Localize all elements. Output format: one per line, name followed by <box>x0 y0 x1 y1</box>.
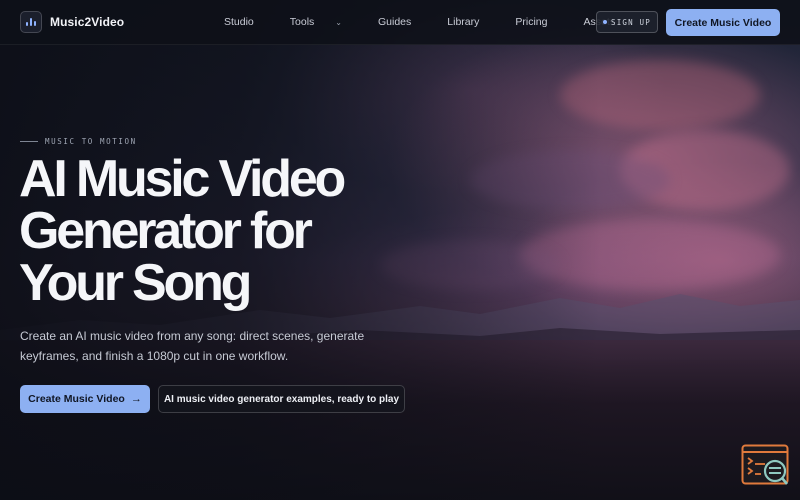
primary-button-label: Create Music Video <box>28 393 125 405</box>
nav-item-label: Guides <box>378 16 412 28</box>
nav-item-studio[interactable]: Studio <box>224 16 272 28</box>
top-navigation-bar: Music2Video Studio Tools ⌄ Guides Library… <box>0 0 800 45</box>
nav-item-label: Library <box>447 16 480 28</box>
terminal-search-icon[interactable] <box>741 444 791 488</box>
create-music-video-button[interactable]: Create Music Video → <box>20 385 150 413</box>
chevron-down-icon: ⌄ <box>335 17 342 27</box>
nav-item-guides[interactable]: Guides <box>378 16 429 28</box>
arrow-right-icon: → <box>130 393 142 405</box>
eyebrow-text: MUSIC TO MOTION <box>45 137 137 146</box>
nav-item-label: Tools <box>289 16 315 28</box>
status-dot-icon <box>602 20 607 24</box>
eyebrow-divider <box>20 141 38 142</box>
brand-name[interactable]: Music2Video <box>50 15 124 29</box>
headline-line: Your Song <box>19 254 252 312</box>
hero-subtitle: Create an AI music video from any song: … <box>20 329 365 363</box>
hero-headline: AI Music Video Generator for Your Song <box>19 153 419 309</box>
examples-button[interactable]: AI music video generator examples, ready… <box>158 385 405 413</box>
sign-up-label: SIGN UP <box>610 17 651 27</box>
create-music-video-header-button[interactable]: Create Music Video <box>666 9 780 36</box>
bar-chart-logo-icon[interactable] <box>20 11 42 33</box>
nav-item-pricing[interactable]: Pricing <box>515 16 565 28</box>
headline-line: AI Music Video <box>19 150 346 208</box>
nav-item-tools[interactable]: Tools ⌄ <box>290 16 360 28</box>
headline-line: Generator for <box>19 202 313 260</box>
main-nav: Studio Tools⌄ Guides Library Pricing Ass… <box>224 16 651 28</box>
nav-item-label: Pricing <box>515 16 548 28</box>
hero-eyebrow: MUSIC TO MOTION <box>20 137 137 146</box>
nav-item-library[interactable]: Library <box>447 16 497 28</box>
sign-up-button[interactable]: SIGN UP <box>596 11 658 33</box>
nav-item-label: Studio <box>224 16 254 28</box>
